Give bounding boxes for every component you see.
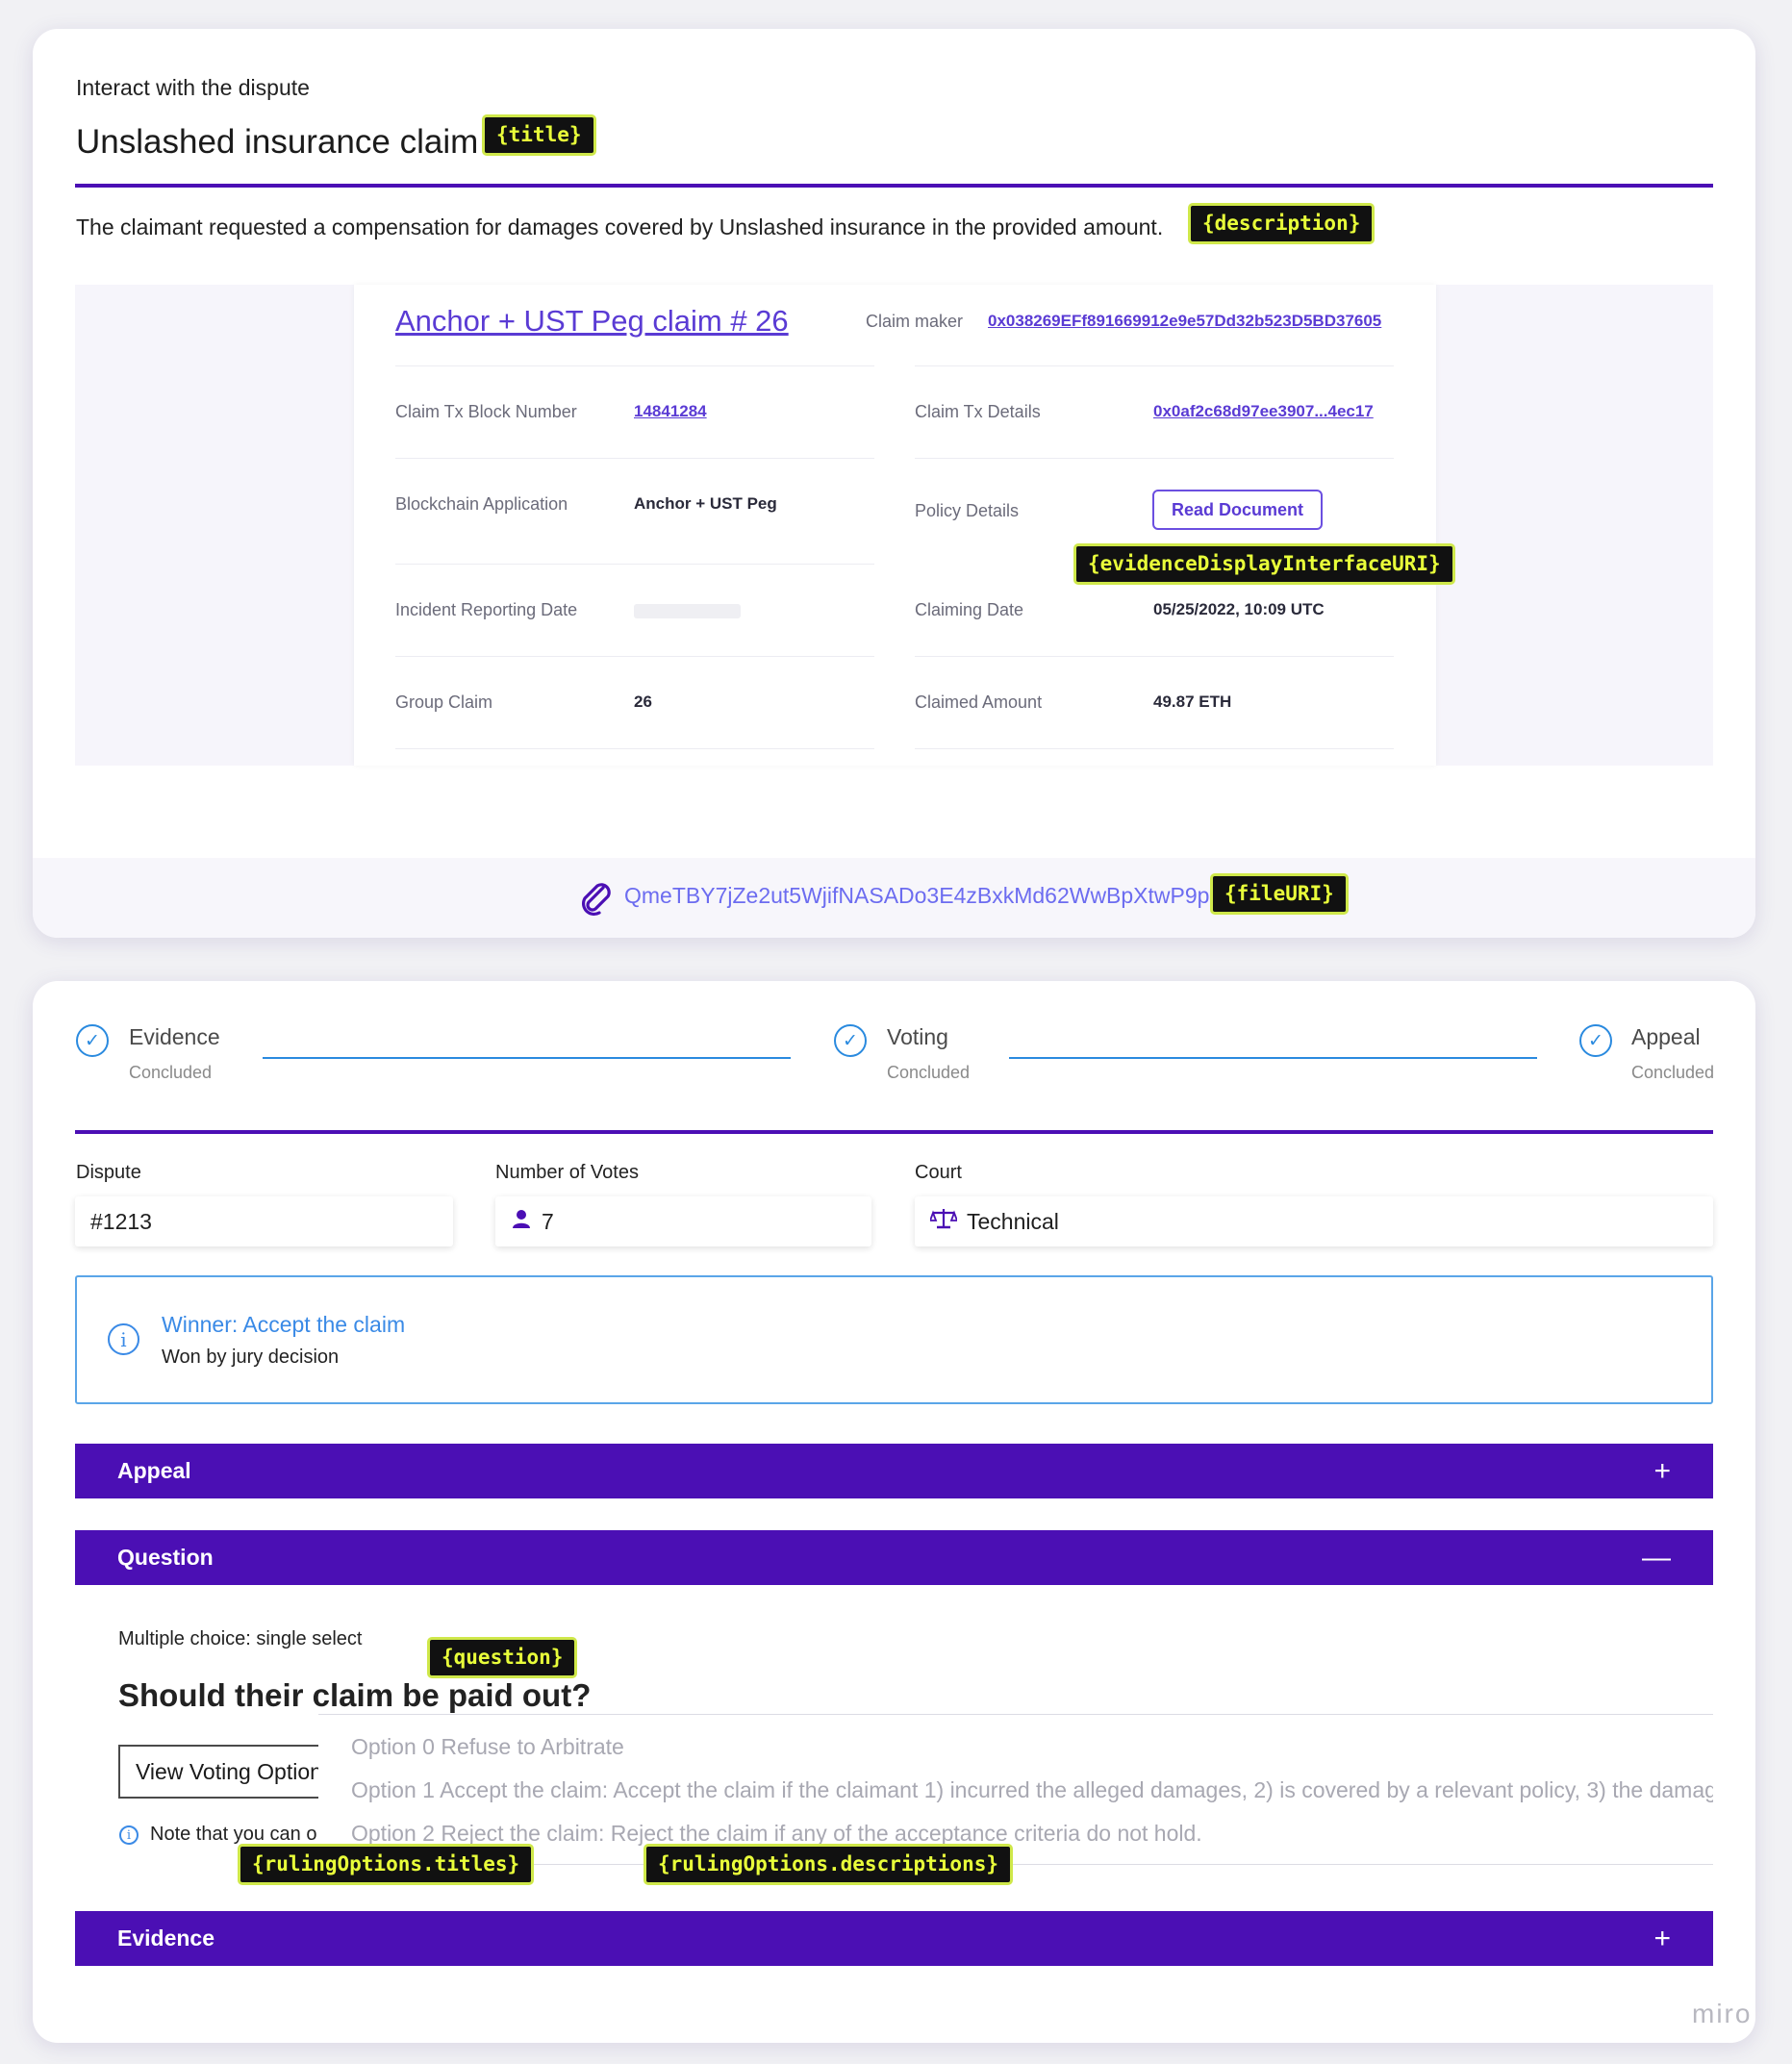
group-claim-value: 26 — [634, 692, 652, 711]
tx-details-label: Claim Tx Details — [915, 402, 1041, 421]
ruling-option-0[interactable]: Option 0 Refuse to Arbitrate — [351, 1734, 624, 1760]
stepper-divider — [75, 1130, 1713, 1134]
plus-icon[interactable]: + — [1653, 1455, 1671, 1488]
claimed-amount-value: 49.87 ETH — [1153, 692, 1232, 711]
claimed-amount-label: Claimed Amount — [915, 692, 1043, 712]
incident-date-label: Incident Reporting Date — [395, 600, 578, 619]
dispute-description: The claimant requested a compensation fo… — [76, 214, 1164, 239]
row-divider — [915, 365, 1394, 366]
annotation-description: {description} — [1188, 203, 1376, 244]
winner-notice: i Winner: Accept the claim Won by jury d… — [75, 1275, 1713, 1404]
winner-subtitle: Won by jury decision — [162, 1347, 340, 1368]
court-field: Technical — [915, 1196, 1713, 1246]
annotation-file-uri: {fileURI} — [1210, 873, 1349, 915]
row-divider — [915, 748, 1394, 749]
annotation-evidence-display: {evidenceDisplayInterfaceURI} — [1073, 543, 1455, 585]
step-voting-title: Voting — [887, 1024, 948, 1049]
voting-options-popover: Option 0 Refuse to Arbitrate Option 1 Ac… — [318, 1714, 1713, 1865]
check-circle-icon: ✓ — [834, 1024, 867, 1057]
question-accordion-header[interactable]: Question — — [75, 1530, 1713, 1585]
votes-label: Number of Votes — [495, 1162, 639, 1183]
question-type: Multiple choice: single select — [118, 1628, 363, 1649]
annotation-title: {title} — [482, 114, 596, 156]
blockchain-app-label: Blockchain Application — [395, 494, 568, 514]
step-evidence-status: Concluded — [129, 1063, 213, 1082]
user-icon — [511, 1208, 532, 1235]
check-circle-icon: ✓ — [1579, 1024, 1612, 1057]
dispute-details-card: Interact with the dispute Unslashed insu… — [33, 29, 1755, 938]
evidence-accordion-header[interactable]: Evidence + — [75, 1911, 1713, 1966]
row-divider — [395, 656, 874, 657]
question-title: Should their claim be paid out? — [118, 1677, 592, 1713]
step-connector — [263, 1057, 791, 1059]
appeal-accordion-label: Appeal — [117, 1458, 191, 1483]
claiming-date-value: 05/25/2022, 10:09 UTC — [1153, 600, 1325, 618]
hash-icon: # — [90, 1208, 103, 1234]
annotation-ruling-titles: {rulingOptions.titles} — [238, 1844, 535, 1885]
step-voting-status: Concluded — [887, 1063, 971, 1082]
tx-details-link[interactable]: 0x0af2c68d97ee3907...4ec17 — [1153, 402, 1374, 421]
read-document-button[interactable]: Read Document — [1152, 490, 1323, 530]
step-evidence-title: Evidence — [129, 1024, 220, 1049]
file-uri-link[interactable]: QmeTBY7jZe2ut5WjifNASADo3E4zBxkMd62WwBpX… — [624, 883, 1222, 909]
votes-field: 7 — [495, 1196, 871, 1246]
row-divider — [395, 365, 874, 366]
scale-icon — [928, 1207, 959, 1236]
annotation-ruling-descriptions: {rulingOptions.descriptions} — [644, 1844, 1014, 1885]
row-divider — [395, 458, 874, 459]
info-icon: i — [119, 1825, 139, 1845]
check-circle-icon: ✓ — [76, 1024, 109, 1057]
block-number-label: Claim Tx Block Number — [395, 402, 577, 421]
annotation-question: {question} — [427, 1637, 578, 1678]
evidence-accordion-label: Evidence — [117, 1926, 215, 1951]
court-value: Technical — [967, 1208, 1059, 1234]
minus-icon[interactable]: — — [1642, 1542, 1671, 1574]
info-icon: i — [108, 1323, 139, 1355]
winner-title: Winner: Accept the claim — [162, 1312, 406, 1337]
blockchain-app-value: Anchor + UST Peg — [634, 494, 777, 513]
claim-maker-address-link[interactable]: 0x038269EFf891669912e9e57Dd32b523D5BD376… — [988, 312, 1381, 331]
voting-note: Note that you can o — [150, 1824, 317, 1845]
incident-date-placeholder — [634, 604, 741, 618]
step-connector — [1009, 1057, 1537, 1059]
row-divider — [915, 458, 1394, 459]
group-claim-label: Group Claim — [395, 692, 493, 712]
claim-maker-label: Claim maker — [866, 312, 964, 331]
appeal-accordion-header[interactable]: Appeal + — [75, 1444, 1713, 1498]
court-label: Court — [915, 1162, 962, 1183]
claim-title-link[interactable]: Anchor + UST Peg claim # 26 — [395, 304, 789, 339]
ruling-option-1[interactable]: Option 1 Accept the claim: Accept the cl… — [351, 1777, 1713, 1803]
step-appeal-status: Concluded — [1631, 1063, 1715, 1082]
plus-icon[interactable]: + — [1653, 1923, 1671, 1955]
claim-details-card: Anchor + UST Peg claim # 26 Claim maker … — [354, 285, 1436, 766]
row-divider — [915, 656, 1394, 657]
dispute-id-field: #1213 — [75, 1196, 453, 1246]
dispute-label: Dispute — [76, 1162, 141, 1183]
paperclip-icon[interactable] — [577, 879, 616, 918]
question-accordion-label: Question — [117, 1545, 214, 1570]
header-divider — [75, 184, 1713, 188]
row-divider — [395, 564, 874, 565]
ruling-option-2[interactable]: Option 2 Reject the claim: Reject the cl… — [351, 1821, 1202, 1847]
step-appeal-title: Appeal — [1631, 1024, 1701, 1049]
dispute-id-value: 1213 — [102, 1208, 152, 1234]
miro-watermark: miro — [1692, 1999, 1753, 2028]
policy-details-label: Policy Details — [915, 501, 1020, 520]
votes-value: 7 — [542, 1208, 554, 1234]
block-number-link[interactable]: 14841284 — [634, 402, 707, 421]
dispute-title: Unslashed insurance claim — [76, 123, 479, 161]
dispute-status-card: ✓ Evidence Concluded ✓ Voting Concluded … — [33, 981, 1755, 2043]
row-divider — [395, 748, 874, 749]
dispute-subheading: Interact with the dispute — [76, 75, 310, 100]
claiming-date-label: Claiming Date — [915, 600, 1024, 619]
